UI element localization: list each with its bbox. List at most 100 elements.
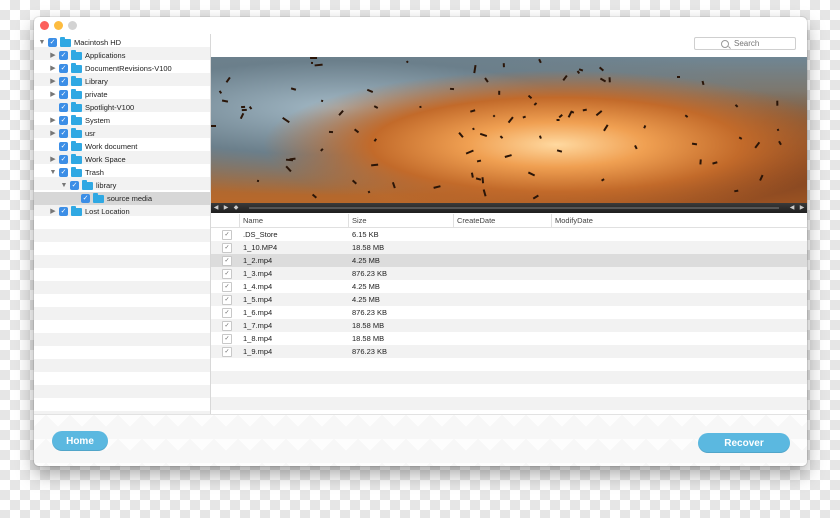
zoom-window-button[interactable] <box>68 21 77 30</box>
debris-speck <box>309 57 317 60</box>
home-button[interactable]: Home <box>52 431 108 451</box>
folder-icon <box>71 166 82 177</box>
file-name: 1_10.MP4 <box>243 243 278 252</box>
tree-checkbox[interactable]: ✓ <box>59 207 68 216</box>
debris-speck <box>222 99 229 103</box>
file-checkbox[interactable]: ✓ <box>222 256 232 266</box>
table-row[interactable]: ✓ 1_2.mp4 4.25 MB <box>211 254 807 267</box>
seek-bar[interactable] <box>249 207 779 209</box>
search-input[interactable] <box>734 39 784 48</box>
file-checkbox[interactable]: ✓ <box>222 321 232 331</box>
tree-checkbox[interactable]: ✓ <box>59 129 68 138</box>
table-row[interactable]: ✓ .DS_Store 6.15 KB <box>211 228 807 241</box>
disclosure-open-icon[interactable]: ▼ <box>38 39 46 47</box>
debris-speck <box>329 130 333 133</box>
file-checkbox[interactable]: ✓ <box>222 243 232 253</box>
tree-checkbox[interactable]: ✓ <box>70 181 79 190</box>
tree-checkbox[interactable]: ✓ <box>48 38 57 47</box>
column-header-createdate[interactable]: CreateDate <box>453 214 551 227</box>
volume-icon[interactable]: ◀ <box>787 203 797 213</box>
disclosure-closed-icon[interactable]: ▶ <box>49 130 57 138</box>
close-window-button[interactable] <box>40 21 49 30</box>
fullscreen-icon[interactable]: ▶ <box>797 203 807 213</box>
tree-item-label: usr <box>85 129 96 138</box>
table-row[interactable]: ✓ 1_7.mp4 18.58 MB <box>211 319 807 332</box>
debris-speck <box>538 59 542 64</box>
table-row[interactable]: ✓ 1_5.mp4 4.25 MB <box>211 293 807 306</box>
tree-item[interactable]: ▶ ✓ Applications <box>34 49 210 62</box>
column-header-size[interactable]: Size <box>348 214 452 227</box>
minimize-window-button[interactable] <box>54 21 63 30</box>
file-checkbox[interactable]: ✓ <box>222 308 232 318</box>
tree-checkbox[interactable]: ✓ <box>59 77 68 86</box>
table-row[interactable]: ✓ 1_10.MP4 18.58 MB <box>211 241 807 254</box>
file-checkbox[interactable]: ✓ <box>222 347 232 357</box>
tree-item[interactable]: ▼ ✓ library <box>34 179 210 192</box>
table-row[interactable]: ✓ 1_9.mp4 876.23 KB <box>211 345 807 358</box>
tree-checkbox[interactable]: ✓ <box>59 51 68 60</box>
search-box[interactable] <box>694 37 796 50</box>
debris-speck <box>608 77 612 83</box>
disclosure-open-icon[interactable]: ▼ <box>49 169 57 177</box>
tree-item[interactable]: ✓ Spotlight-V100 <box>34 101 210 114</box>
table-row[interactable]: ✓ 1_4.mp4 4.25 MB <box>211 280 807 293</box>
tree-item[interactable]: ▶ ✓ Lost Location <box>34 205 210 218</box>
empty-row <box>211 397 807 410</box>
debris-speck <box>433 185 441 189</box>
column-header-modifydate[interactable]: ModifyDate <box>551 214 655 227</box>
debris-speck <box>314 63 323 67</box>
tree-item-label: DocumentRevisions-V100 <box>85 64 172 73</box>
tree-checkbox[interactable]: ✓ <box>59 116 68 125</box>
tree-checkbox[interactable]: ✓ <box>81 194 90 203</box>
debris-speck <box>470 172 474 178</box>
table-row[interactable]: ✓ 1_6.mp4 876.23 KB <box>211 306 807 319</box>
tree-item[interactable]: ▼ ✓ Trash <box>34 166 210 179</box>
debris-speck <box>498 90 501 96</box>
file-checkbox[interactable]: ✓ <box>222 230 232 240</box>
debris-speck <box>392 182 396 189</box>
file-checkbox[interactable]: ✓ <box>222 269 232 279</box>
column-header-name[interactable]: Name <box>239 214 347 227</box>
disclosure-open-icon[interactable]: ▼ <box>60 182 68 190</box>
debris-speck <box>338 110 344 117</box>
tree-item[interactable]: ▶ ✓ usr <box>34 127 210 140</box>
tree-checkbox[interactable]: ✓ <box>59 155 68 164</box>
tree-checkbox[interactable]: ✓ <box>59 64 68 73</box>
folder-icon <box>71 88 82 99</box>
tree-item[interactable]: ▼ ✓ Macintosh HD <box>34 36 210 49</box>
folder-icon <box>71 62 82 73</box>
disclosure-closed-icon[interactable]: ▶ <box>49 78 57 86</box>
disclosure-closed-icon[interactable]: ▶ <box>49 65 57 73</box>
tree-item[interactable]: ✓ source media <box>34 192 210 205</box>
table-row[interactable]: ✓ 1_3.mp4 876.23 KB <box>211 267 807 280</box>
tree-checkbox[interactable]: ✓ <box>59 142 68 151</box>
debris-speck <box>578 68 584 72</box>
tree-checkbox[interactable]: ✓ <box>59 103 68 112</box>
playhead-icon[interactable]: ◆ <box>231 203 241 213</box>
tree-item[interactable]: ▶ ✓ System <box>34 114 210 127</box>
file-checkbox[interactable]: ✓ <box>222 282 232 292</box>
file-list: Name Size CreateDate ModifyDate ✓ .DS_Sto… <box>211 214 807 414</box>
file-checkbox[interactable]: ✓ <box>222 334 232 344</box>
tree-item[interactable]: ✓ Work document <box>34 140 210 153</box>
tree-item[interactable]: ▶ ✓ Work Space <box>34 153 210 166</box>
tree-checkbox[interactable]: ✓ <box>59 168 68 177</box>
tree-item[interactable]: ▶ ✓ private <box>34 88 210 101</box>
recover-button[interactable]: Recover <box>698 433 790 453</box>
debris-speck <box>291 87 297 91</box>
debris-speck <box>503 63 506 68</box>
tree-item[interactable]: ▶ ✓ DocumentRevisions-V100 <box>34 62 210 75</box>
disclosure-closed-icon[interactable]: ▶ <box>49 156 57 164</box>
table-row[interactable]: ✓ 1_8.mp4 18.58 MB <box>211 332 807 345</box>
disclosure-closed-icon[interactable]: ▶ <box>49 52 57 60</box>
disclosure-closed-icon[interactable]: ▶ <box>49 117 57 125</box>
play-icon[interactable]: ▶ <box>221 203 231 213</box>
file-checkbox[interactable]: ✓ <box>222 295 232 305</box>
tree-item[interactable]: ▶ ✓ Library <box>34 75 210 88</box>
disclosure-closed-icon[interactable]: ▶ <box>49 208 57 216</box>
tree-checkbox[interactable]: ✓ <box>59 90 68 99</box>
rewind-icon[interactable]: ◀ <box>211 203 221 213</box>
debris-speck <box>691 142 697 146</box>
disclosure-closed-icon[interactable]: ▶ <box>49 91 57 99</box>
debris-speck <box>711 161 718 165</box>
